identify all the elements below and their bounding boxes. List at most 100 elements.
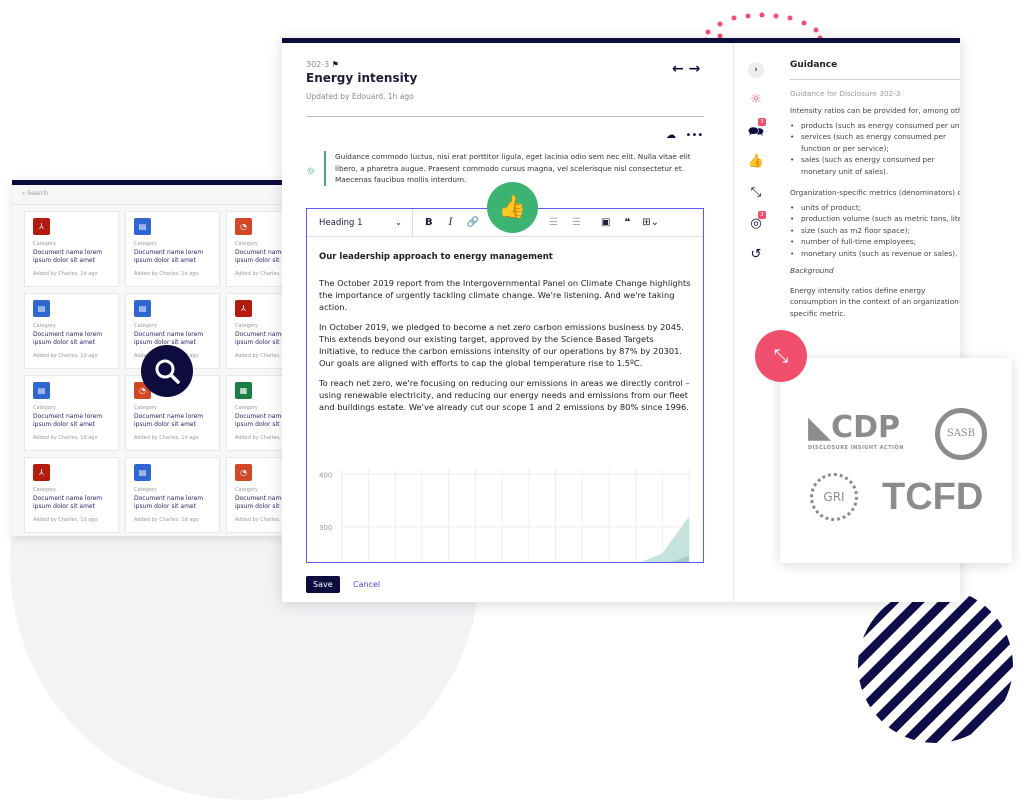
dots-decoration: [703, 12, 823, 40]
list-item: sales (such as energy consumed per monet…: [790, 154, 960, 177]
thumbs-up-icon[interactable]: 👍: [746, 154, 766, 185]
card-title: Document name lorem ipsum dolor sit amet: [33, 331, 103, 346]
card-category: Category: [33, 323, 56, 329]
sheet-file-icon: ▦: [235, 382, 252, 399]
ppt-file-icon: ◔: [235, 464, 252, 481]
striped-circle-decoration: [858, 588, 1013, 743]
card-added: Added by Charles, 1d ago: [33, 435, 98, 441]
card-category: Category: [33, 487, 56, 493]
disclosure-code: 302-3 ⚑: [306, 60, 339, 69]
card-category: Category: [134, 487, 157, 493]
document-card[interactable]: ▤ Category Document name lorem ipsum dol…: [125, 211, 220, 287]
background-label: Background: [790, 266, 834, 275]
card-title: Document name lorem ipsum dolor sit amet: [134, 249, 204, 264]
list-item: products (such as energy consumed per un…: [790, 120, 960, 132]
list-item: production volume (such as metric tons, …: [790, 213, 960, 225]
page-title: Energy intensity: [306, 71, 418, 85]
card-title: Document name lorem ipsum dolor sit amet: [235, 413, 284, 428]
card-title: Document name lorem ipsum dolor sit amet: [134, 413, 204, 428]
comments-icon[interactable]: 🗪 3: [746, 118, 766, 154]
link-icon[interactable]: 🔗: [467, 217, 479, 228]
document-card[interactable]: ▤ Category Document name lorem ipsum dol…: [125, 457, 220, 533]
card-added: Added by Charles, 1d ago: [33, 271, 98, 277]
paragraph: The October 2019 report from the Intergo…: [319, 278, 691, 312]
card-added: Added by Charles, 1d ago: [235, 517, 284, 523]
target-icon[interactable]: ◎ 3: [746, 211, 766, 247]
card-added: Added by Charles, 1d ago: [33, 353, 98, 359]
card-category: Category: [134, 405, 157, 411]
document-card[interactable]: ◔ Category Document name lorem ipsum dol…: [226, 457, 284, 533]
list-item: monetary units (such as revenue or sales…: [790, 248, 960, 260]
document-card[interactable]: ⅄ Category Document name lorem ipsum dol…: [226, 293, 284, 369]
document-card[interactable]: ⅄ Category Document name lorem ipsum dol…: [24, 211, 119, 287]
arrow-right-icon[interactable]: →: [689, 61, 701, 77]
gri-logo: GRI: [810, 473, 858, 521]
bold-icon[interactable]: B: [425, 217, 433, 228]
guidance-intro-2: Organization-specific metrics (denominat…: [790, 188, 960, 197]
card-added: Added by Charles, 1d ago: [33, 517, 98, 523]
image-icon[interactable]: ▣: [601, 217, 610, 228]
quote-icon[interactable]: ❝: [624, 217, 630, 228]
pdf-file-icon: ⅄: [33, 464, 50, 481]
card-category: Category: [33, 241, 56, 247]
card-category: Category: [235, 487, 258, 493]
card-title: Document name lorem ipsum dolor sit amet: [134, 495, 204, 510]
cdp-logo: ◣CDP DISCLOSURE INSIGHT ACTION: [808, 410, 904, 451]
arrow-left-icon[interactable]: ←: [672, 61, 684, 77]
ppt-file-icon: ◔: [235, 218, 252, 235]
list-item: number of full-time employees;: [790, 236, 960, 248]
cancel-button[interactable]: Cancel: [353, 580, 380, 589]
card-title: Document name lorem ipsum dolor sit amet: [33, 249, 103, 264]
more-icon[interactable]: •••: [686, 130, 704, 141]
card-added: Added by Charles, 1d ago: [134, 435, 199, 441]
history-icon[interactable]: ↺: [746, 247, 766, 278]
indent-icon[interactable]: ☰: [549, 217, 558, 228]
doc-file-icon: ▤: [134, 218, 151, 235]
y-tick-label: 400: [319, 471, 332, 479]
sasb-logo: SASB: [935, 408, 987, 460]
card-added: Added by Charles, 1d ago: [134, 271, 199, 277]
content-heading: Our leadership approach to energy manage…: [319, 252, 553, 262]
doc-file-icon: ▤: [33, 382, 50, 399]
italic-icon[interactable]: I: [449, 217, 453, 228]
y-tick-label: 300: [319, 524, 332, 532]
emissions-chart: 400 300: [319, 469, 690, 562]
table-icon[interactable]: ⊞⌄: [642, 217, 659, 228]
card-added: Added by Charles, 1d ago: [134, 517, 199, 523]
paragraph: In October 2019, we pledged to become a …: [319, 322, 684, 368]
pdf-file-icon: ⅄: [235, 300, 252, 317]
text-style-select[interactable]: Heading 1 ⌄: [307, 209, 413, 237]
rich-text-editor[interactable]: Heading 1 ⌄ B I 🔗 ☰ ☰ ▣ ❝ ⊞⌄ Our leadersh…: [306, 208, 704, 563]
document-card[interactable]: ▤ Category Document name lorem ipsum dol…: [24, 375, 119, 451]
tcfd-logo: TCFD: [882, 476, 984, 518]
search-input[interactable]: ⌕ Search: [12, 185, 284, 205]
document-card[interactable]: ⅄ Category Document name lorem ipsum dol…: [24, 457, 119, 533]
compress-icon: ⤡: [755, 330, 807, 382]
list-item: size (such as m2 floor space);: [790, 225, 960, 237]
card-title: Document name lorem ipsum dolor sit amet: [235, 249, 284, 264]
document-card[interactable]: ▦ Category Document name lorem ipsum dol…: [226, 375, 284, 451]
card-title: Document name lorem ipsum dolor sit amet: [33, 413, 103, 428]
pdf-file-icon: ⅄: [33, 218, 50, 235]
flag-icon: ⚑: [331, 60, 339, 69]
updated-info: Updated by Edouard, 1h ago: [306, 92, 414, 101]
divider: [306, 116, 704, 117]
outdent-icon[interactable]: ☰: [572, 217, 581, 228]
targets-badge: 3: [758, 211, 766, 219]
search-placeholder: Search: [27, 190, 48, 197]
guidance-text: Guidance commodo luctus, nisi erat portt…: [324, 151, 714, 186]
expand-chevron-icon[interactable]: ›: [746, 61, 766, 92]
card-category: Category: [235, 241, 258, 247]
card-title: Document name lorem ipsum dolor sit amet: [33, 495, 103, 510]
save-button[interactable]: Save: [306, 576, 340, 593]
document-card[interactable]: ◔ Category Document name lorem ipsum dol…: [226, 211, 284, 287]
cloud-upload-icon[interactable]: ☁: [666, 130, 676, 141]
lightbulb-icon: ☼: [306, 165, 316, 178]
card-category: Category: [134, 241, 157, 247]
card-category: Category: [235, 405, 258, 411]
doc-file-icon: ▤: [33, 300, 50, 317]
comments-badge: 3: [758, 118, 766, 126]
list-item: services (such as energy consumed per fu…: [790, 131, 960, 154]
document-card[interactable]: ▤ Category Document name lorem ipsum dol…: [24, 293, 119, 369]
card-category: Category: [134, 323, 157, 329]
